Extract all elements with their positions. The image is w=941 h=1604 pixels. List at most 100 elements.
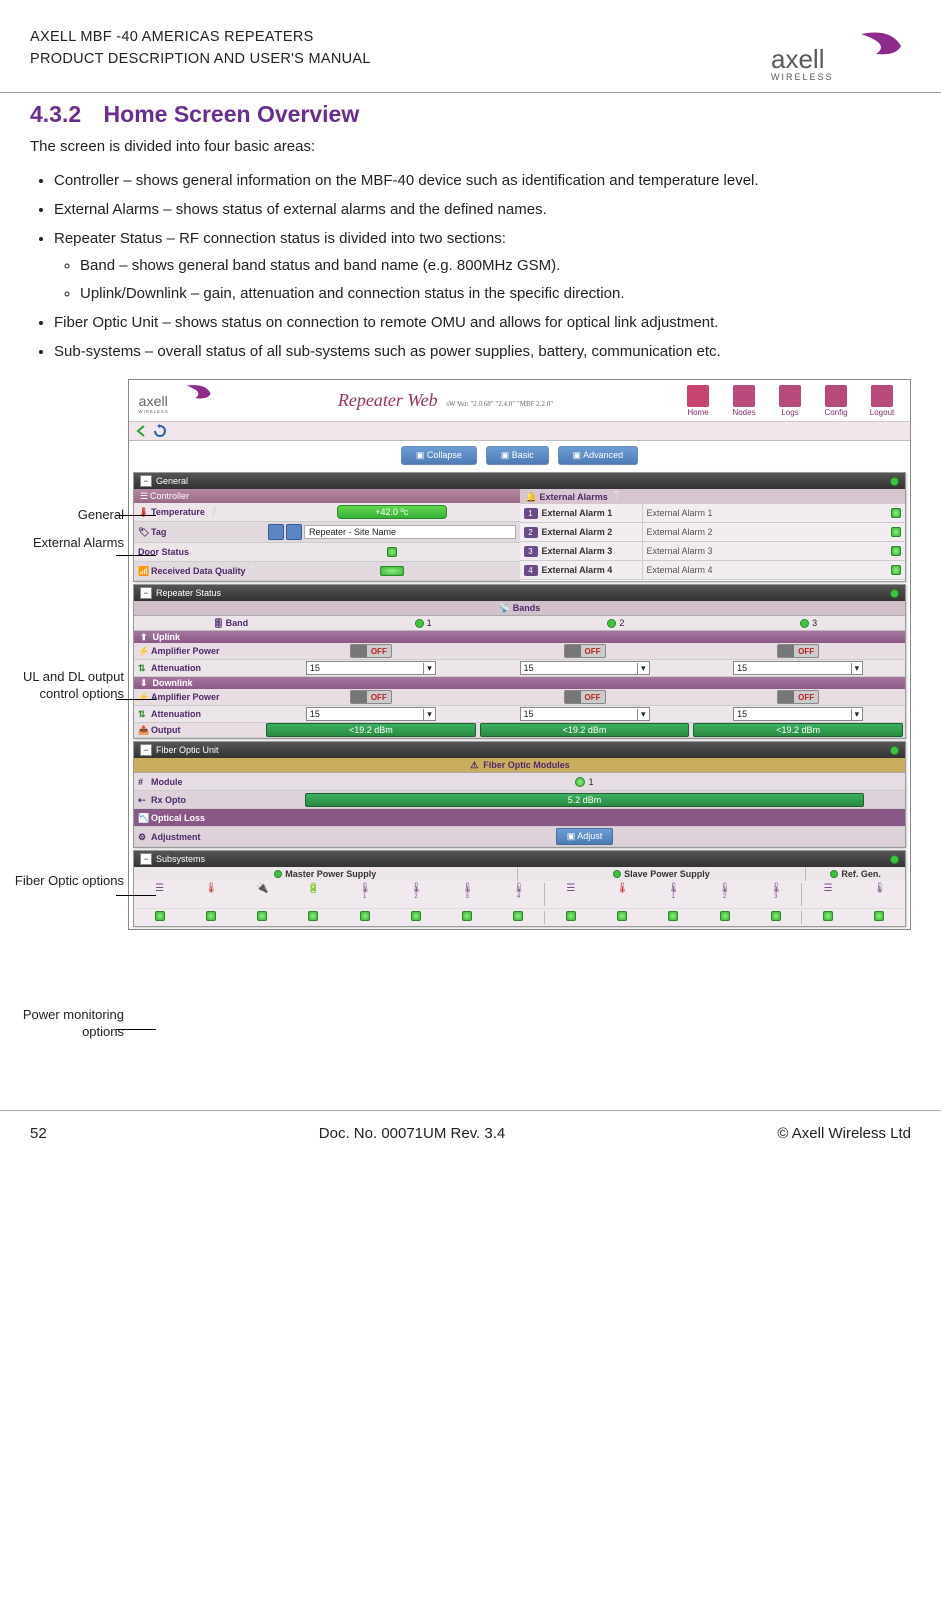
status-led-icon — [890, 746, 899, 755]
status-icon: ☰ — [154, 883, 166, 895]
nav-home[interactable]: Home — [676, 385, 720, 417]
attenuation-select[interactable]: 15▾ — [520, 707, 650, 721]
bullet-item: Uplink/Downlink – gain, attenuation and … — [80, 282, 911, 305]
nav-logout[interactable]: Logout — [860, 385, 904, 417]
module-row: #Module 1 — [134, 773, 905, 791]
amp-switch[interactable]: OFF — [350, 690, 392, 704]
rxopto-value: 5.2 dBm — [305, 793, 864, 807]
amp-switch[interactable]: OFF — [564, 644, 606, 658]
fiber-modules-heading: ⚠ Fiber Optic Modules — [134, 758, 905, 773]
help-icon[interactable]: ❔ — [612, 491, 623, 502]
attenuation-select[interactable]: 15▾ — [306, 661, 436, 675]
nodes-icon — [733, 385, 755, 407]
nav-nodes[interactable]: Nodes — [722, 385, 766, 417]
external-alarm-row: 3External Alarm 3External Alarm 3 — [520, 542, 906, 561]
amp-switch[interactable]: OFF — [350, 644, 392, 658]
dropdown-arrow-icon: ▾ — [851, 709, 860, 720]
output-row: 📤Output <19.2 dBm <19.2 dBm <19.2 dBm — [134, 723, 905, 738]
attenuation-select[interactable]: 15▾ — [520, 661, 650, 675]
rdq-led-icon — [380, 566, 404, 576]
controller-icon: ☰ — [140, 491, 150, 501]
edit-button[interactable] — [286, 524, 302, 540]
help-icon[interactable]: ❔ — [208, 507, 219, 518]
panel-header-fiber[interactable]: − Fiber Optic Unit — [134, 742, 905, 758]
attenuation-select[interactable]: 15▾ — [306, 707, 436, 721]
inner-bullet-list: Band – shows general band status and ban… — [54, 254, 911, 305]
version-text: sW Ver: "2.0.68" "2.4.0" "MBF 2.2.0" — [446, 400, 553, 408]
svg-text:axell: axell — [139, 394, 168, 410]
section-number: 4.3.2 — [30, 101, 81, 127]
uplink-heading: ⬆ Uplink — [134, 631, 905, 643]
amp-switch[interactable]: OFF — [777, 690, 819, 704]
dropdown-arrow-icon: ▾ — [851, 663, 860, 674]
help-icon[interactable]: ❔ — [249, 566, 260, 577]
subsys-led-icon — [513, 911, 523, 921]
amp-switch[interactable]: OFF — [564, 690, 606, 704]
collapse-button[interactable]: ▣ Collapse — [401, 446, 477, 465]
subsys-led-icon — [566, 911, 576, 921]
header-line-2: PRODUCT DESCRIPTION AND USER'S MANUAL — [30, 48, 371, 70]
panel-header-general[interactable]: − General — [134, 473, 905, 489]
thermometer-icon: 🌡 — [205, 883, 217, 895]
general-columns: ☰ Controller 🌡Temperature ❔ +42.0 ºc 🏷Ta… — [134, 489, 905, 581]
bullet-item: External Alarms – shows status of extern… — [54, 198, 911, 221]
refresh-icon[interactable] — [153, 424, 167, 438]
sensor-icon: 🌡1 — [359, 883, 371, 895]
adjustment-row: ⚙Adjustment ▣ Adjust — [134, 827, 905, 847]
sensor-icon: 🌡3 — [461, 883, 473, 895]
alarm-led-icon — [891, 527, 901, 537]
top-nav: Home Nodes Logs Config Logout — [676, 385, 904, 417]
collapse-toggle-icon[interactable]: − — [140, 853, 152, 865]
external-alarms-heading: 🔔 External Alarms ❔ — [520, 489, 906, 504]
panel-header-repeater[interactable]: − Repeater Status — [134, 585, 905, 601]
attenuation-select[interactable]: 15▾ — [733, 661, 863, 675]
panel-header-subsystems[interactable]: − Subsystems — [134, 851, 905, 867]
back-icon[interactable] — [135, 424, 149, 438]
collapse-toggle-icon[interactable]: − — [140, 475, 152, 487]
external-alarms-column: 🔔 External Alarms ❔ 1External Alarm 1Ext… — [520, 489, 906, 581]
screenshot-container: General External Alarms UL and DL output… — [0, 379, 941, 929]
dropdown-arrow-icon: ▾ — [637, 663, 646, 674]
bands-icon: 📡 — [499, 603, 509, 613]
advanced-button[interactable]: ▣ Advanced — [558, 446, 639, 465]
amp-switch[interactable]: OFF — [777, 644, 819, 658]
warning-icon: ⚠ — [469, 760, 479, 770]
subsys-led-icon — [668, 911, 678, 921]
rdq-row: 📶Received Data Quality❔ — [134, 562, 520, 581]
subsys-led-icon — [617, 911, 627, 921]
panel-title: Repeater Status — [156, 588, 221, 598]
subsys-led-icon — [257, 911, 267, 921]
basic-button[interactable]: ▣ Basic — [486, 446, 549, 465]
section-heading: 4.3.2 Home Screen Overview — [0, 93, 941, 132]
uplink-attn-row: ⇅Attenuation 15▾ 15▾ 15▾ — [134, 660, 905, 677]
doc-header: AXELL MBF -40 AMERICAS REPEATERS PRODUCT… — [0, 0, 941, 93]
temperature-row: 🌡Temperature ❔ +42.0 ºc — [134, 503, 520, 522]
downlink-icon: ⬇ — [140, 678, 150, 688]
subsys-icon-row: ☰ 🌡 🔌 🔋 🌡1 🌡2 🌡3 🌡4 ☰ 🌡 🌡1 🌡2 🌡3 ☰ 🌡 — [134, 881, 905, 907]
section-title: Home Screen Overview — [104, 101, 360, 127]
lock-button[interactable] — [268, 524, 284, 540]
status-icon: ☰ — [822, 883, 834, 895]
ps-led-icon — [274, 870, 282, 878]
subsys-led-icon — [462, 911, 472, 921]
attenuation-select[interactable]: 15▾ — [733, 707, 863, 721]
tag-input[interactable]: Repeater - Site Name — [304, 525, 516, 539]
collapse-toggle-icon[interactable]: − — [140, 587, 152, 599]
header-line-1: AXELL MBF -40 AMERICAS REPEATERS — [30, 26, 371, 48]
bullet-item: Band – shows general band status and ban… — [80, 254, 911, 277]
bullet-item: Controller – shows general information o… — [54, 169, 911, 192]
ps-led-icon — [830, 870, 838, 878]
sensor-icon: 🌡2 — [719, 883, 731, 895]
alarm-icon: 🔔 — [526, 492, 536, 502]
nav-config[interactable]: Config — [814, 385, 858, 417]
logs-icon — [779, 385, 801, 407]
adjust-button[interactable]: ▣ Adjust — [556, 828, 614, 845]
band-led-icon — [800, 619, 809, 628]
collapse-toggle-icon[interactable]: − — [140, 744, 152, 756]
sensor-icon: 🌡 — [873, 883, 885, 895]
panel-title: Fiber Optic Unit — [156, 745, 219, 755]
thermometer-icon: 🌡 — [616, 883, 628, 895]
callout-power: Power monitoring options — [0, 1007, 124, 1040]
downlink-amp-row: ⚡Amplifier Power OFF OFF OFF — [134, 689, 905, 706]
nav-logs[interactable]: Logs — [768, 385, 812, 417]
